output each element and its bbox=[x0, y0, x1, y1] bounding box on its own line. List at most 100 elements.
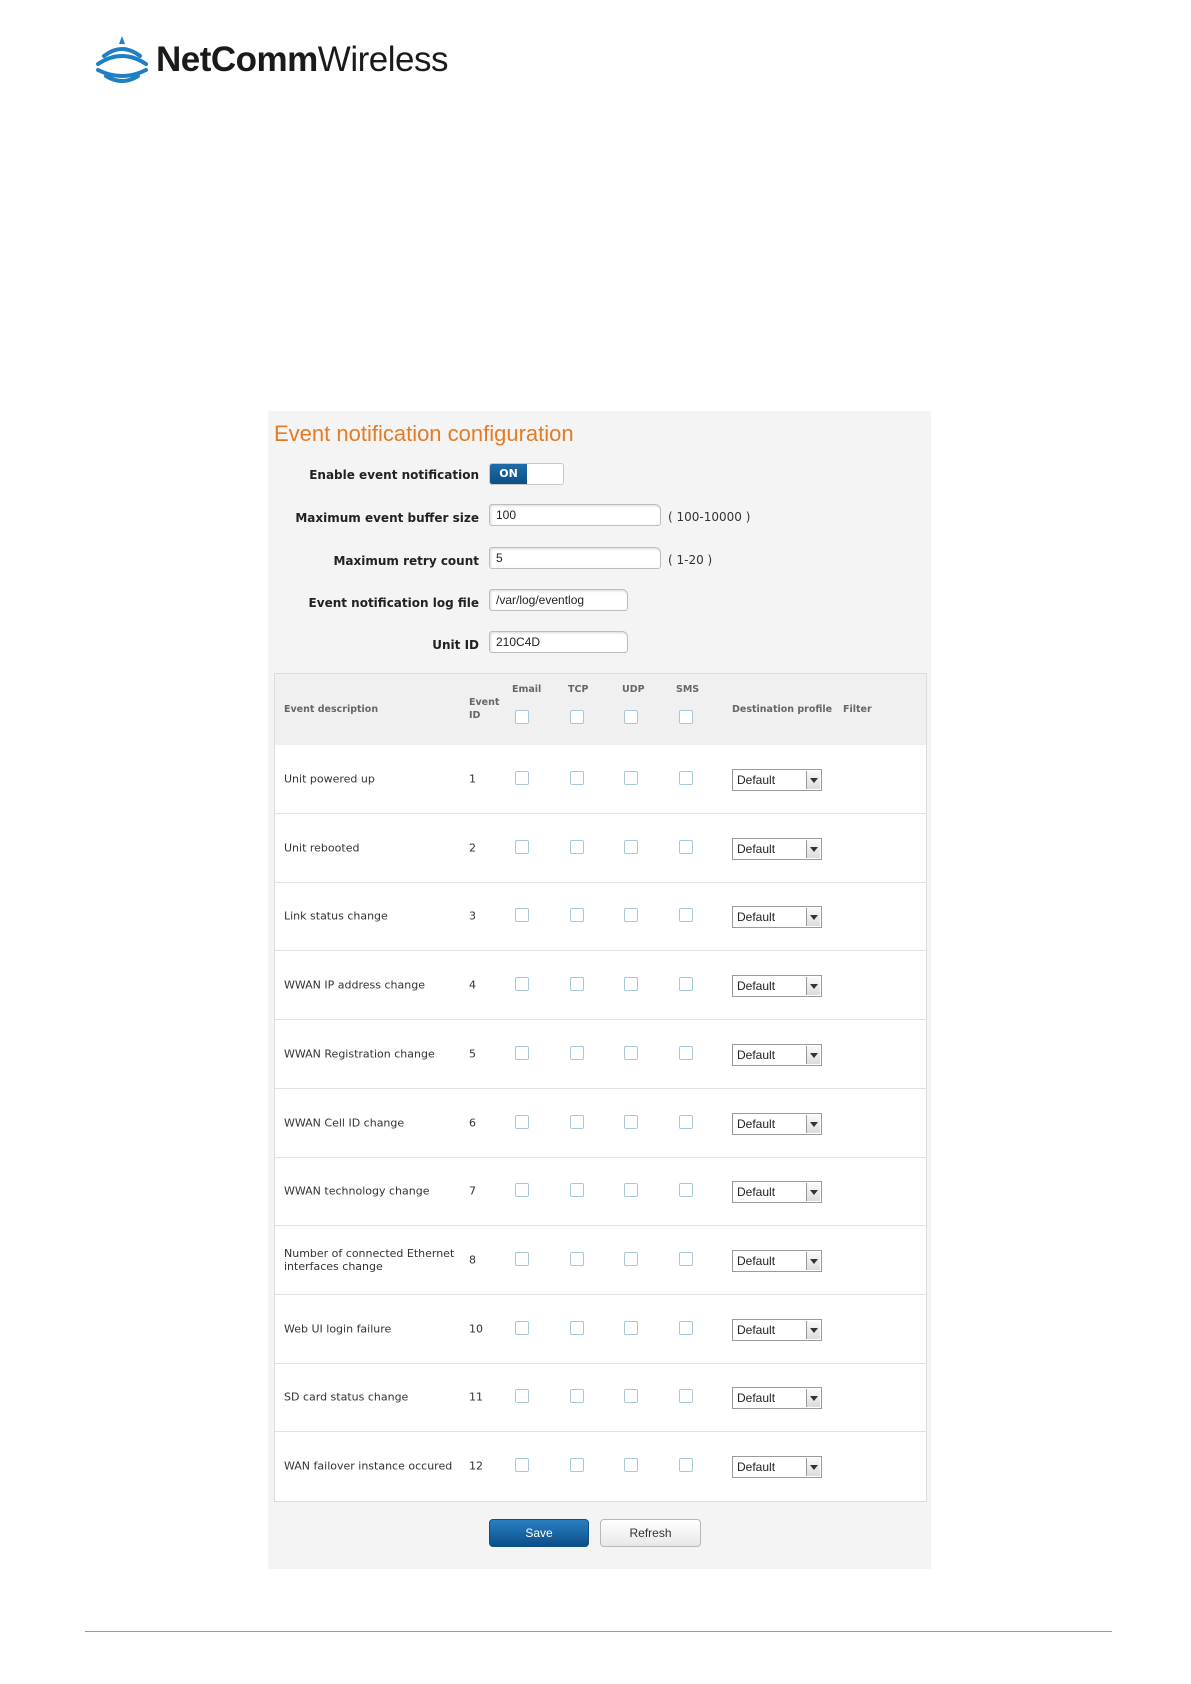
email-checkbox[interactable] bbox=[515, 1458, 529, 1472]
udp-checkbox[interactable] bbox=[624, 908, 638, 923]
log-file-label: Event notification log file bbox=[308, 596, 479, 610]
max-buffer-size-input[interactable] bbox=[489, 504, 661, 526]
event-id: 6 bbox=[469, 1116, 476, 1129]
udp-checkbox[interactable] bbox=[624, 1183, 638, 1198]
chevron-down-icon[interactable] bbox=[806, 1458, 820, 1476]
udp-checkbox[interactable] bbox=[624, 839, 638, 854]
table-row: Unit rebooted 2 Default bbox=[275, 814, 926, 883]
chevron-down-icon[interactable] bbox=[806, 1183, 820, 1202]
tcp-checkbox[interactable] bbox=[570, 1114, 584, 1129]
tcp-checkbox[interactable] bbox=[570, 1251, 584, 1266]
sms-checkbox[interactable] bbox=[679, 908, 693, 923]
event-description: WAN failover instance occured bbox=[284, 1459, 453, 1473]
sms-checkbox[interactable] bbox=[679, 1183, 693, 1198]
toggle-on-label: ON bbox=[490, 464, 527, 484]
udp-select-all-checkbox[interactable] bbox=[624, 710, 638, 724]
udp-checkbox[interactable] bbox=[624, 1320, 638, 1335]
table-header: Event description Event ID Email TCP UDP… bbox=[275, 674, 926, 745]
chevron-down-icon[interactable] bbox=[806, 1251, 820, 1270]
max-buffer-size-label: Maximum event buffer size bbox=[295, 511, 479, 525]
udp-checkbox[interactable] bbox=[624, 977, 638, 992]
email-checkbox[interactable] bbox=[515, 1389, 529, 1404]
chevron-down-icon[interactable] bbox=[806, 977, 820, 996]
chevron-down-icon[interactable] bbox=[806, 1114, 820, 1133]
chevron-down-icon[interactable] bbox=[806, 771, 820, 789]
event-table: Event description Event ID Email TCP UDP… bbox=[274, 673, 927, 1502]
event-description: WWAN technology change bbox=[284, 1184, 430, 1198]
email-checkbox[interactable] bbox=[515, 1045, 529, 1060]
destination-profile-select[interactable]: Default bbox=[732, 1112, 822, 1135]
destination-profile-value: Default bbox=[737, 773, 776, 787]
tcp-checkbox[interactable] bbox=[570, 1320, 584, 1335]
header-event-id: Event ID bbox=[469, 697, 500, 721]
chevron-down-icon[interactable] bbox=[806, 908, 820, 927]
destination-profile-value: Default bbox=[737, 1185, 776, 1200]
page-title: Event notification configuration bbox=[274, 421, 574, 446]
destination-profile-select[interactable]: Default bbox=[732, 975, 822, 998]
event-description: WWAN IP address change bbox=[284, 978, 425, 992]
table-row: Web UI login failure 10 Default bbox=[275, 1295, 926, 1364]
destination-profile-select[interactable]: Default bbox=[732, 837, 822, 860]
email-checkbox[interactable] bbox=[515, 771, 529, 785]
sms-checkbox[interactable] bbox=[679, 1045, 693, 1060]
event-description: Web UI login failure bbox=[284, 1322, 392, 1336]
tcp-select-all-checkbox[interactable] bbox=[570, 710, 584, 724]
email-checkbox[interactable] bbox=[515, 839, 529, 854]
event-description: Link status change bbox=[284, 909, 388, 923]
sms-checkbox[interactable] bbox=[679, 1389, 693, 1404]
sms-checkbox[interactable] bbox=[679, 977, 693, 992]
email-checkbox[interactable] bbox=[515, 1251, 529, 1266]
chevron-down-icon[interactable] bbox=[806, 1045, 820, 1064]
udp-checkbox[interactable] bbox=[624, 771, 638, 785]
event-id: 10 bbox=[469, 1322, 483, 1336]
sms-checkbox[interactable] bbox=[679, 839, 693, 854]
event-description: WWAN Cell ID change bbox=[284, 1116, 405, 1129]
tcp-checkbox[interactable] bbox=[570, 771, 584, 785]
destination-profile-select[interactable]: Default bbox=[732, 1456, 822, 1478]
email-checkbox[interactable] bbox=[515, 977, 529, 992]
chevron-down-icon[interactable] bbox=[806, 1389, 820, 1408]
chevron-down-icon[interactable] bbox=[806, 839, 820, 858]
wireless-signal-icon bbox=[96, 36, 148, 83]
udp-checkbox[interactable] bbox=[624, 1045, 638, 1060]
destination-profile-select[interactable]: Default bbox=[732, 1249, 822, 1272]
sms-checkbox[interactable] bbox=[679, 1114, 693, 1129]
tcp-checkbox[interactable] bbox=[570, 908, 584, 923]
sms-checkbox[interactable] bbox=[679, 1320, 693, 1335]
destination-profile-select[interactable]: Default bbox=[732, 1318, 822, 1341]
tcp-checkbox[interactable] bbox=[570, 977, 584, 992]
sms-select-all-checkbox[interactable] bbox=[679, 710, 693, 724]
email-checkbox[interactable] bbox=[515, 908, 529, 923]
sms-checkbox[interactable] bbox=[679, 1458, 693, 1472]
unit-id-input[interactable] bbox=[489, 631, 628, 653]
chevron-down-icon[interactable] bbox=[806, 1320, 820, 1339]
destination-profile-select[interactable]: Default bbox=[732, 906, 822, 929]
destination-profile-select[interactable]: Default bbox=[732, 1181, 822, 1204]
email-select-all-checkbox[interactable] bbox=[515, 710, 529, 724]
netcomm-logo: NetCommWireless bbox=[94, 34, 448, 86]
tcp-checkbox[interactable] bbox=[570, 1183, 584, 1198]
tcp-checkbox[interactable] bbox=[570, 1389, 584, 1404]
header-udp: UDP bbox=[622, 684, 645, 695]
max-retry-count-input[interactable] bbox=[489, 547, 661, 569]
enable-event-notification-toggle[interactable]: ON bbox=[489, 463, 564, 485]
udp-checkbox[interactable] bbox=[624, 1389, 638, 1404]
table-row: WWAN Cell ID change 6 Default bbox=[275, 1089, 926, 1158]
email-checkbox[interactable] bbox=[515, 1183, 529, 1198]
destination-profile-select[interactable]: Default bbox=[732, 769, 822, 791]
udp-checkbox[interactable] bbox=[624, 1114, 638, 1129]
tcp-checkbox[interactable] bbox=[570, 1045, 584, 1060]
email-checkbox[interactable] bbox=[515, 1320, 529, 1335]
log-file-input[interactable] bbox=[489, 589, 628, 611]
save-button[interactable]: Save bbox=[489, 1519, 589, 1547]
email-checkbox[interactable] bbox=[515, 1114, 529, 1129]
destination-profile-select[interactable]: Default bbox=[732, 1387, 822, 1410]
udp-checkbox[interactable] bbox=[624, 1251, 638, 1266]
sms-checkbox[interactable] bbox=[679, 771, 693, 785]
refresh-button[interactable]: Refresh bbox=[600, 1519, 701, 1547]
udp-checkbox[interactable] bbox=[624, 1458, 638, 1472]
destination-profile-select[interactable]: Default bbox=[732, 1043, 822, 1066]
tcp-checkbox[interactable] bbox=[570, 839, 584, 854]
tcp-checkbox[interactable] bbox=[570, 1458, 584, 1472]
sms-checkbox[interactable] bbox=[679, 1251, 693, 1266]
